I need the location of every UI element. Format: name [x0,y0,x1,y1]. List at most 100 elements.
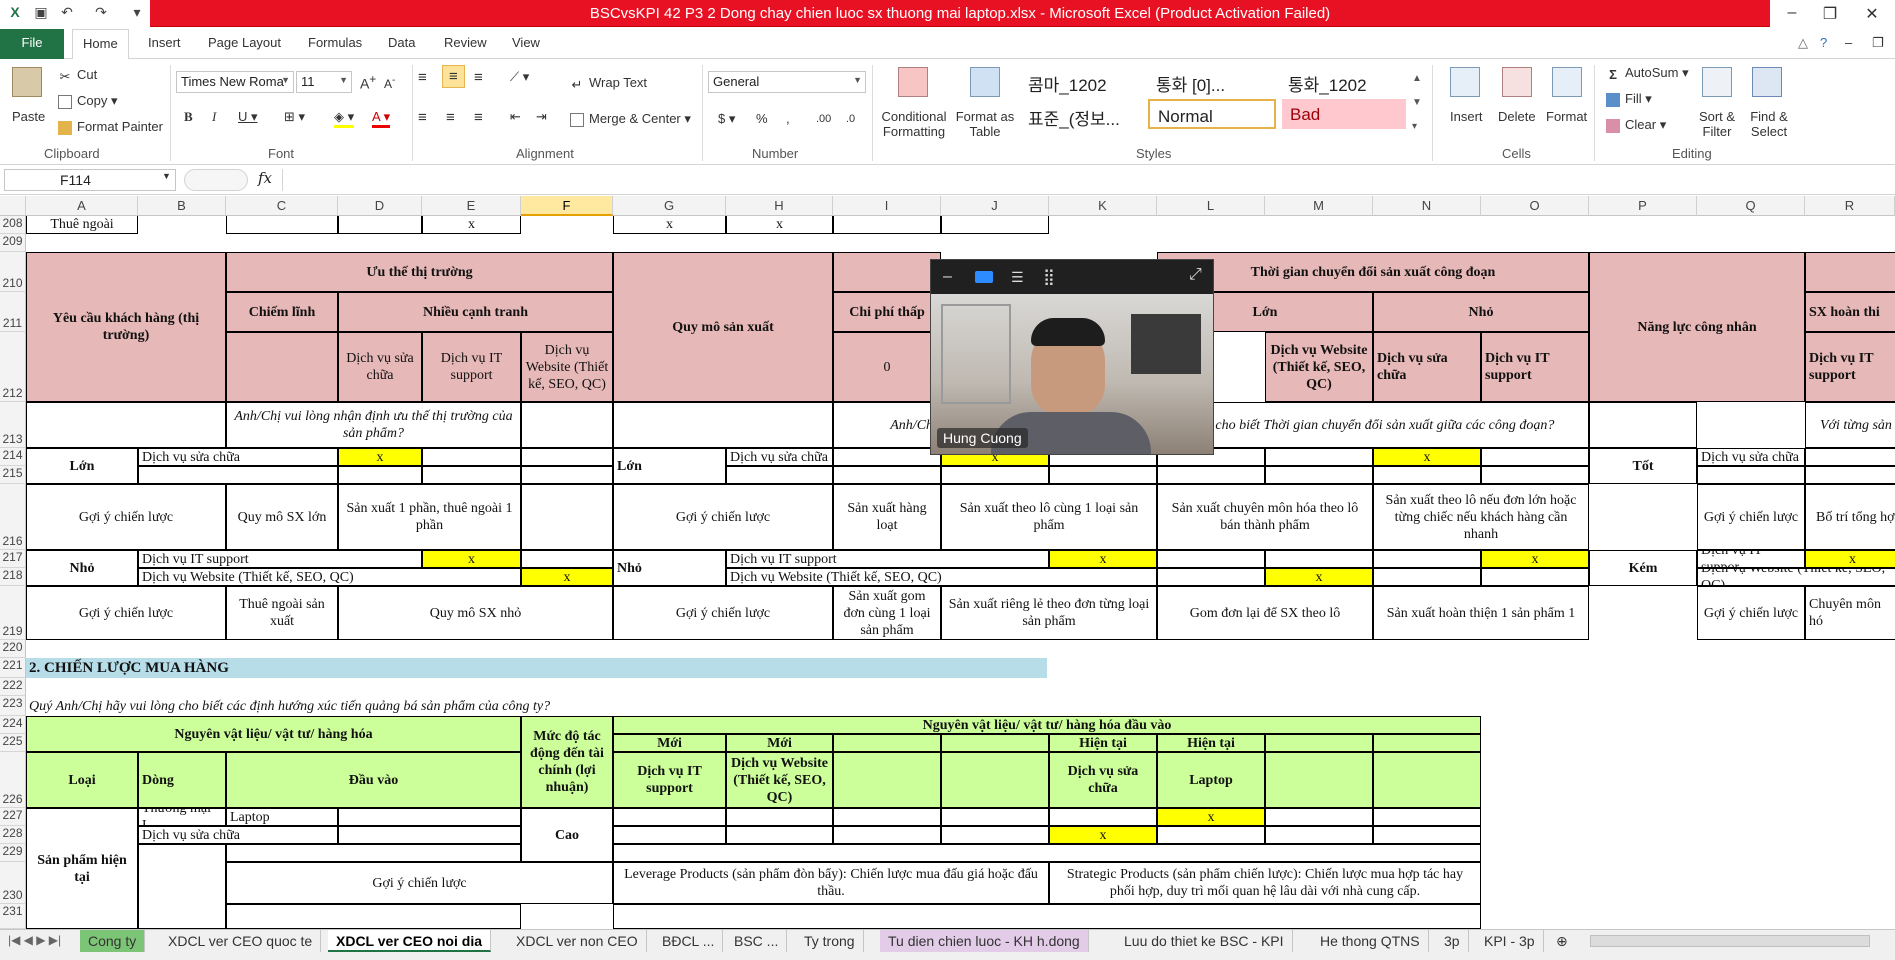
header-hien-tai-l[interactable]: Hiện tại [1157,734,1265,752]
sheet-tab[interactable]: KPI - 3p [1476,930,1544,952]
mark-l227[interactable]: x [1157,808,1265,826]
align-bottom-icon[interactable]: ≡ [474,69,483,86]
cell-e208[interactable]: x [422,216,521,234]
header-thoi-gian[interactable]: Thời gian chuyển đổi sản xuất công đoạn [1157,252,1589,292]
mark-n214[interactable]: x [1373,448,1481,466]
row-header[interactable]: 208 [0,216,26,234]
formula-input[interactable] [282,169,1890,191]
row-header[interactable]: 220 [0,640,26,658]
format-as-table-icon[interactable] [970,67,1000,97]
cell-m217[interactable] [1265,550,1373,568]
question-r213[interactable]: Với từng sản [1805,402,1895,448]
cell-style-bad[interactable]: Bad [1282,99,1406,129]
cell-h214[interactable]: Dịch vụ sửa chữa [726,448,833,466]
question-thoi-gian[interactable]: hãy cho biết Thời gian chuyển đổi sản xu… [1157,402,1589,448]
cell-e215[interactable] [422,466,521,484]
mark-r217[interactable]: x [1805,550,1895,568]
window-minimize-icon[interactable]: – [1845,35,1852,50]
cell-i215[interactable] [833,466,941,484]
column-header[interactable]: H [726,196,833,216]
orientation-icon[interactable]: ⟋ ▾ [510,69,529,85]
cell-h217[interactable]: Dịch vụ IT support [726,550,1049,568]
cell-d208[interactable] [338,216,422,234]
column-header[interactable]: Q [1697,196,1805,216]
italic-icon[interactable]: I [212,109,216,125]
question-223[interactable]: Quý Anh/Chị hãy vui lòng cho biết các đị… [26,696,1026,716]
align-center-icon[interactable]: ≡ [446,109,455,126]
goi-y-g216[interactable]: Gợi ý chiến lược [613,484,833,550]
row-header[interactable]: 211 [0,292,26,332]
select-all-corner[interactable] [0,196,26,216]
increase-decimal-icon[interactable]: .00 [816,113,831,125]
cell-r216[interactable]: Bố trí tổng hợ [1805,484,1895,550]
align-top-icon[interactable]: ≡ [418,69,427,86]
header-n226[interactable] [1373,752,1481,808]
column-header-selected[interactable]: F [521,196,613,216]
sheet-tab[interactable]: BĐCL ... [654,930,724,952]
window-restore-icon[interactable]: ❐ [1872,35,1884,51]
cell-c216[interactable]: Quy mô SX lớn [226,484,338,550]
row-header[interactable]: 224 [0,716,26,734]
cell-o215[interactable] [1481,466,1589,484]
cell-leverage[interactable]: Leverage Products (sản phẩm đòn bẩy): Ch… [613,862,1049,904]
row-header[interactable]: 217 [0,550,26,568]
goi-y-q216[interactable]: Gợi ý chiến lược [1697,484,1805,550]
cell-g228[interactable] [613,826,726,844]
cell-i208[interactable] [833,216,941,234]
increase-indent-icon[interactable]: ⇥ [536,109,547,125]
align-right-icon[interactable]: ≡ [474,109,483,126]
undo-icon[interactable]: ↶ [56,4,78,24]
video-call-window[interactable]: – ☰ ⣿ ⤢ Hung Cuong [930,259,1214,455]
sheet-tab[interactable]: He thong QTNS [1312,930,1429,952]
decrease-indent-icon[interactable]: ⇤ [510,109,521,125]
cell-n212[interactable]: Dịch vụ sửa chữa [1373,332,1481,402]
label-nho[interactable]: Nhỏ [26,550,138,586]
sheet-tab[interactable]: XDCL ver non CEO [508,930,647,952]
cell-c229[interactable] [226,844,521,862]
conditional-formatting-button[interactable]: Conditional Formatting [878,109,950,139]
shrink-font-icon[interactable]: A- [384,75,395,91]
cell-o218[interactable] [1481,568,1589,586]
cell-a213[interactable] [26,402,226,448]
cell-d216[interactable]: Sản xuất 1 phần, thuê ngoài 1 phần [338,484,521,550]
cell-k215[interactable] [1049,466,1157,484]
header-m226[interactable] [1265,752,1373,808]
header-j226[interactable] [941,752,1049,808]
cell-d227[interactable] [338,808,521,826]
mark-m218[interactable]: x [1265,568,1373,586]
row-header[interactable]: 229 [0,844,26,862]
row-header[interactable]: 221 [0,658,26,678]
cell-m228[interactable] [1265,826,1373,844]
insert-cells-icon[interactable] [1450,67,1480,97]
cell-m215[interactable] [1265,466,1373,484]
goi-y-g219[interactable]: Gợi ý chiến lược [613,586,833,640]
label-nho-g[interactable]: Nhỏ [613,550,726,586]
cell-strategic[interactable]: Strategic Products (sản phẩm chiến lược)… [1049,862,1481,904]
header-g226[interactable]: Dịch vụ IT support [613,752,726,808]
cell-style-standard[interactable]: 표준_(정보... [1020,99,1144,129]
cell-h227[interactable] [726,808,833,826]
tab-data[interactable]: Data [388,35,415,50]
column-header[interactable]: R [1805,196,1895,216]
cell-l217[interactable] [1157,550,1265,568]
cell-g231[interactable] [613,904,1481,929]
row-header[interactable]: 231 [0,904,26,929]
column-header[interactable]: E [422,196,521,216]
cell-j228[interactable] [941,826,1049,844]
tab-insert[interactable]: Insert [148,35,181,50]
row-header[interactable]: 225 [0,734,26,752]
cell-f216[interactable] [521,484,613,550]
currency-icon[interactable]: $ ▾ [718,111,735,127]
row-header[interactable]: 215 [0,466,26,484]
header-m225[interactable] [1265,734,1373,752]
column-header[interactable]: B [138,196,226,216]
format-as-table-button[interactable]: Format as Table [952,109,1018,139]
tab-review[interactable]: Review [444,35,487,50]
format-cells-icon[interactable] [1552,67,1582,97]
save-icon[interactable]: ▣ [30,4,52,24]
column-header[interactable]: L [1157,196,1265,216]
row-header[interactable]: 230 [0,862,26,904]
tab-home[interactable]: Home [72,29,129,60]
cell-b228[interactable]: Dịch vụ sửa chữa [138,826,338,844]
header-loai[interactable]: Loại [26,752,138,808]
